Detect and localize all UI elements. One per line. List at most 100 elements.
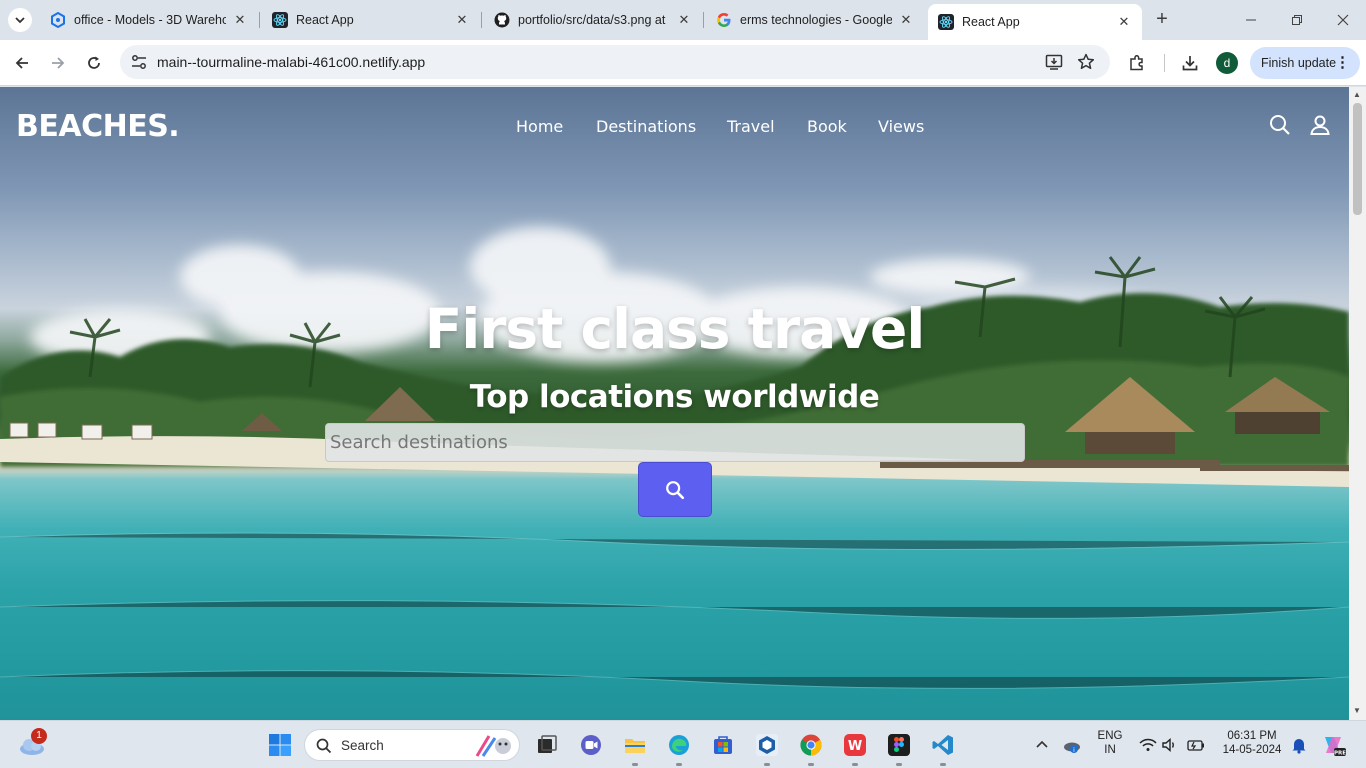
page-scrollbar[interactable]: ▲ ▼ <box>1349 87 1366 720</box>
reload-button[interactable] <box>80 49 108 77</box>
clock[interactable]: 06:31 PM 14-05-2024 <box>1220 730 1284 756</box>
running-indicator <box>676 763 682 766</box>
task-view-icon[interactable] <box>535 733 559 757</box>
copilot-icon[interactable]: PRE <box>1320 733 1346 757</box>
language-code: ENG <box>1097 730 1123 742</box>
region-code: IN <box>1104 744 1116 756</box>
running-indicator <box>852 763 858 766</box>
destination-search-input[interactable] <box>325 423 1025 462</box>
tab-github-portfolio[interactable]: portfolio/src/data/s3.png at ✕ <box>484 4 702 36</box>
svg-text:W: W <box>848 739 862 754</box>
bookmark-star-icon[interactable] <box>1076 52 1096 72</box>
finish-update-label: Finish update <box>1261 56 1337 70</box>
weather-badge: 1 <box>31 728 47 744</box>
nav-link-book[interactable]: Book <box>807 117 847 136</box>
search-icon[interactable] <box>1268 113 1292 137</box>
hero-subtitle: Top locations worldwide <box>469 379 880 415</box>
wps-office-icon[interactable]: W <box>843 733 867 757</box>
hero-title: First class travel <box>424 297 925 361</box>
reload-icon <box>88 56 100 69</box>
search-icon <box>316 738 332 754</box>
clock-time: 06:31 PM <box>1227 730 1277 742</box>
onedrive-icon[interactable]: i <box>1060 733 1084 757</box>
close-icon[interactable]: ✕ <box>454 12 470 28</box>
wifi-icon[interactable] <box>1136 733 1160 757</box>
tab-title: erms technologies - Google <box>740 13 892 27</box>
tab-title: React App <box>296 13 354 27</box>
scroll-up-icon[interactable]: ▲ <box>1353 90 1361 99</box>
svg-text:PRE: PRE <box>1334 750 1346 756</box>
sketchup-icon[interactable] <box>755 733 779 757</box>
tab-title: React App <box>962 15 1020 29</box>
close-icon[interactable]: ✕ <box>676 12 692 28</box>
minimize-button[interactable] <box>1228 0 1274 40</box>
tab-google-search[interactable]: erms technologies - Google ✕ <box>706 4 924 36</box>
language-indicator[interactable]: ENG IN <box>1096 730 1124 756</box>
forward-button[interactable] <box>44 49 72 77</box>
edge-icon[interactable] <box>667 733 691 757</box>
windows-start-icon[interactable] <box>268 733 292 757</box>
running-indicator <box>764 763 770 766</box>
arrow-left-icon <box>15 57 28 69</box>
teams-meet-icon[interactable] <box>579 733 603 757</box>
close-icon[interactable]: ✕ <box>898 12 914 28</box>
extensions-icon[interactable] <box>1126 52 1148 74</box>
new-tab-button[interactable]: + <box>1150 8 1174 32</box>
chevron-down-icon <box>15 17 25 24</box>
react-icon <box>938 14 954 30</box>
search-icon <box>666 480 685 499</box>
url-text[interactable]: main--tourmaline-malabi-461c00.netlify.a… <box>157 54 425 70</box>
restore-icon <box>1292 15 1302 25</box>
figma-icon[interactable] <box>887 733 911 757</box>
back-button[interactable] <box>8 49 36 77</box>
chevron-up-icon[interactable] <box>1030 733 1054 757</box>
install-app-icon[interactable] <box>1044 52 1064 72</box>
nav-link-views[interactable]: Views <box>878 117 924 136</box>
chrome-icon[interactable] <box>799 733 823 757</box>
tab-react-app-active[interactable]: React App ✕ <box>928 4 1142 40</box>
windows-taskbar: 1 Search W i ENG IN 06:31 PM 14-05-2024 … <box>0 720 1366 768</box>
tab-strip: office - Models - 3D Wareho ✕ React App … <box>0 0 1366 40</box>
file-explorer-icon[interactable] <box>623 733 647 757</box>
taskbar-search-box[interactable]: Search <box>304 729 520 761</box>
sketchup-icon <box>50 12 66 28</box>
tab-search-button[interactable] <box>8 8 32 32</box>
nav-link-home[interactable]: Home <box>516 117 563 136</box>
tab-office-models[interactable]: office - Models - 3D Wareho ✕ <box>40 4 258 36</box>
tab-divider <box>703 12 704 28</box>
finish-update-button[interactable]: Finish update ⋮ <box>1250 47 1360 79</box>
downloads-icon[interactable] <box>1179 52 1201 74</box>
close-icon[interactable]: ✕ <box>1116 14 1132 30</box>
close-icon[interactable]: ✕ <box>232 12 248 28</box>
profile-avatar[interactable]: d <box>1216 52 1238 74</box>
copilot-search-art-icon <box>475 735 511 757</box>
restore-button[interactable] <box>1274 0 1320 40</box>
close-window-button[interactable] <box>1320 0 1366 40</box>
google-icon <box>716 12 732 28</box>
react-icon <box>272 12 288 28</box>
browser-toolbar: main--tourmaline-malabi-461c00.netlify.a… <box>0 40 1366 86</box>
running-indicator <box>632 763 638 766</box>
vscode-icon[interactable] <box>931 733 955 757</box>
search-submit-button[interactable] <box>638 462 712 517</box>
tab-react-app-1[interactable]: React App ✕ <box>262 4 480 36</box>
running-indicator <box>896 763 902 766</box>
tab-divider <box>259 12 260 28</box>
toolbar-divider <box>1164 54 1165 72</box>
tab-title: portfolio/src/data/s3.png at <box>518 13 666 27</box>
more-vert-icon: ⋮ <box>1335 54 1350 71</box>
site-info-icon[interactable] <box>130 53 148 71</box>
page-viewport: BEACHES. Home Destinations Travel Book V… <box>0 87 1349 720</box>
nav-link-travel[interactable]: Travel <box>727 117 775 136</box>
battery-icon[interactable] <box>1184 733 1208 757</box>
site-logo[interactable]: BEACHES. <box>16 109 180 144</box>
nav-link-destinations[interactable]: Destinations <box>596 117 696 136</box>
volume-icon[interactable] <box>1158 733 1182 757</box>
user-icon[interactable] <box>1308 113 1332 137</box>
notification-bell-icon[interactable] <box>1287 733 1311 757</box>
scrollbar-thumb[interactable] <box>1353 103 1362 215</box>
microsoft-store-icon[interactable] <box>711 733 735 757</box>
address-bar[interactable]: main--tourmaline-malabi-461c00.netlify.a… <box>120 45 1110 79</box>
scroll-down-icon[interactable]: ▼ <box>1353 706 1361 715</box>
clock-date: 14-05-2024 <box>1222 744 1282 756</box>
